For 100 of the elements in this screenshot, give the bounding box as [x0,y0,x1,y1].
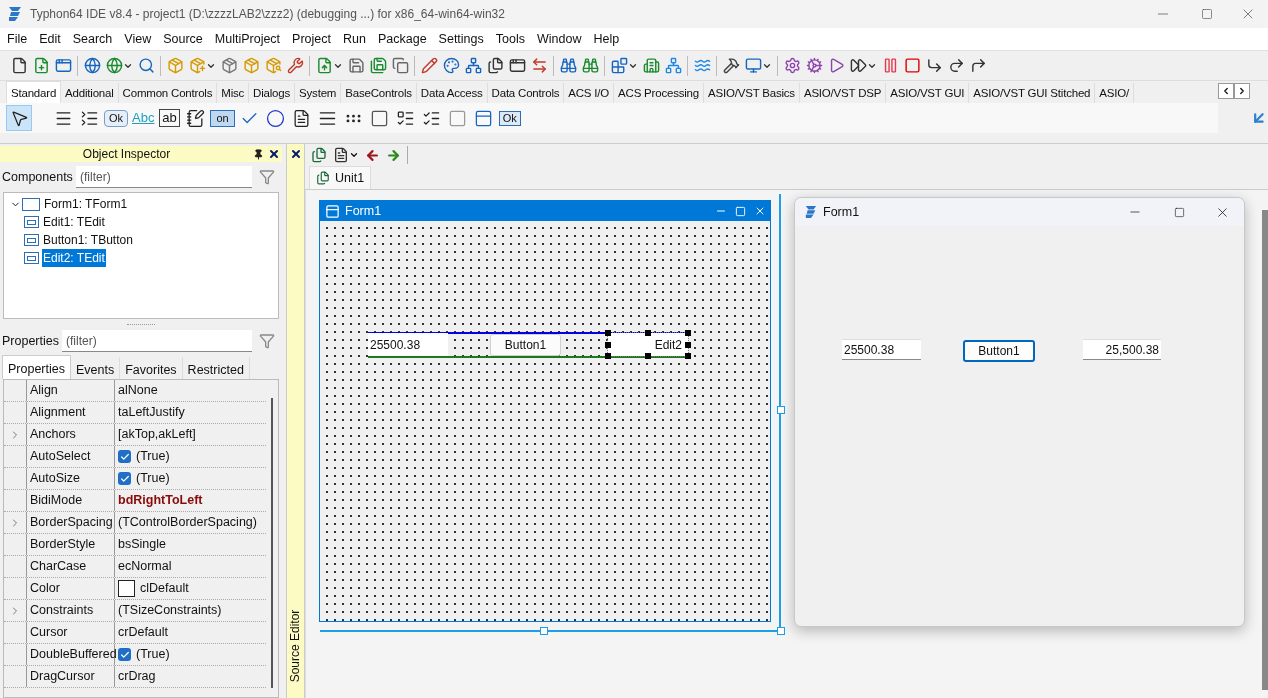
resize-handle[interactable] [777,627,785,635]
property-value[interactable]: alNone [118,381,158,400]
property-value[interactable]: (True) [136,469,170,488]
group-box-icon[interactable] [370,108,390,128]
files-icon[interactable] [311,147,327,163]
action-list-component-icon[interactable]: Ok [498,110,521,126]
menu-item[interactable]: Project [286,29,337,49]
palette-tab[interactable]: Standard [6,81,62,103]
maximize-icon[interactable] [1174,206,1185,218]
property-value[interactable]: taLeftJustify [118,403,185,422]
edit-component-icon[interactable]: ab [159,108,180,128]
step-into-icon [925,57,943,74]
resize-handle[interactable] [540,627,548,635]
tree-item[interactable]: Button1: TButton [42,231,134,249]
checkbox[interactable] [118,648,131,661]
checkbox[interactable] [118,472,131,485]
property-name[interactable]: DoubleBuffered [27,644,115,665]
property-name[interactable]: BidiMode [27,490,115,511]
pin-icon[interactable] [253,148,264,160]
memo-icon[interactable] [185,108,205,128]
property-value[interactable]: clDefault [140,579,189,598]
menu-item[interactable]: Help [587,29,626,49]
forward-arrow-icon[interactable] [386,147,401,163]
text-field[interactable]: 25500.38 [842,339,921,360]
network-icon [464,57,482,74]
selection-handle[interactable] [645,353,651,359]
text-field[interactable]: 25,500.38 [1083,339,1161,360]
radio-icon[interactable] [266,108,286,128]
property-name[interactable]: Anchors [27,424,115,445]
editor-tab[interactable]: Unit1 [309,166,372,189]
property-name[interactable]: BorderSpacing [27,512,115,533]
tab[interactable]: Properties [2,355,71,379]
property-name[interactable]: DragCursor [27,666,115,687]
menu-item[interactable]: Window [530,29,588,49]
property-name[interactable]: CharCase [27,556,115,577]
caret-icon[interactable] [349,150,359,160]
scroll-right-button[interactable] [1234,83,1251,99]
property-value[interactable]: crDefault [118,623,169,642]
document-list-icon[interactable] [333,147,349,163]
property-value[interactable]: (TSizeConstraints) [118,601,222,620]
popup-menu-icon[interactable] [79,108,99,128]
property-value[interactable]: (True) [136,645,170,664]
property-value[interactable]: (True) [136,447,170,466]
property-value[interactable]: bsSingle [118,535,166,554]
clear-filter-icon[interactable] [259,169,275,185]
toggle-component-icon[interactable]: on [210,109,235,127]
property-name[interactable]: BorderStyle [27,534,115,555]
menu-item[interactable]: Search [66,29,119,49]
unit-icon [316,171,330,185]
property-name[interactable]: Alignment [27,402,115,423]
property-value[interactable]: crDrag [118,667,156,686]
resize-handle[interactable] [777,406,785,414]
tree-item[interactable]: Edit1: TEdit [42,213,106,231]
maximize-icon[interactable] [1201,8,1213,20]
property-name[interactable]: Color [27,578,115,599]
button-component-icon[interactable]: Ok [104,109,129,127]
property-value[interactable]: (TControlBorderSpacing) [118,513,257,532]
property-name[interactable]: Cursor [27,622,115,643]
property-name[interactable]: Constraints [27,600,115,621]
binoculars-icon [559,57,577,74]
menu-item[interactable]: Settings [432,29,490,49]
frame-icon[interactable] [474,108,494,128]
property-name[interactable]: AutoSelect [27,446,115,467]
files-icon [486,57,504,74]
scroll-left-button[interactable] [1218,83,1235,99]
panel-icon[interactable] [448,108,468,128]
palette-icon [442,57,460,74]
menu-item[interactable]: Run [337,29,372,49]
text-field[interactable]: 25500.38 [368,333,448,356]
filter-field[interactable]: (filter) [62,330,252,352]
menu-item[interactable]: Package [371,29,433,49]
form-icon [24,234,39,246]
window-icon [508,57,526,74]
menu-item[interactable]: File [1,29,34,49]
color-swatch[interactable] [118,580,135,597]
text-field[interactable]: Edit2 [608,333,688,356]
checkbox[interactable] [118,450,131,463]
menu-item[interactable]: View [118,29,158,49]
push-button[interactable]: Button1 [963,340,1035,362]
tree-item[interactable]: Edit2: TEdit [42,249,106,267]
menu-item[interactable]: Edit [33,29,67,49]
push-button[interactable]: Button1 [490,334,561,356]
menu-item[interactable]: Source [157,29,209,49]
menu-item[interactable]: Tools [489,29,531,49]
property-name[interactable]: AutoSize [27,468,115,489]
tree-item[interactable]: Form1: TForm1 [43,195,129,213]
form-title: Form1 [345,202,382,220]
property-name[interactable]: Align [27,380,115,401]
close-icon[interactable] [268,148,280,160]
selection-handle[interactable] [645,330,651,336]
vertical-panel-label[interactable]: Source Editor [288,609,303,683]
filter-field[interactable]: (filter) [76,166,252,188]
close-icon[interactable] [289,148,302,160]
property-value[interactable]: ecNormal [118,557,172,576]
property-value[interactable]: bdRightToLeft [118,491,203,510]
scrollbar-thumb[interactable] [271,398,273,688]
file-plus-icon [32,57,50,74]
clear-filter-icon[interactable] [259,333,275,349]
property-value[interactable]: [akTop,akLeft] [118,425,196,444]
menu-item[interactable]: MultiProject [208,29,287,49]
